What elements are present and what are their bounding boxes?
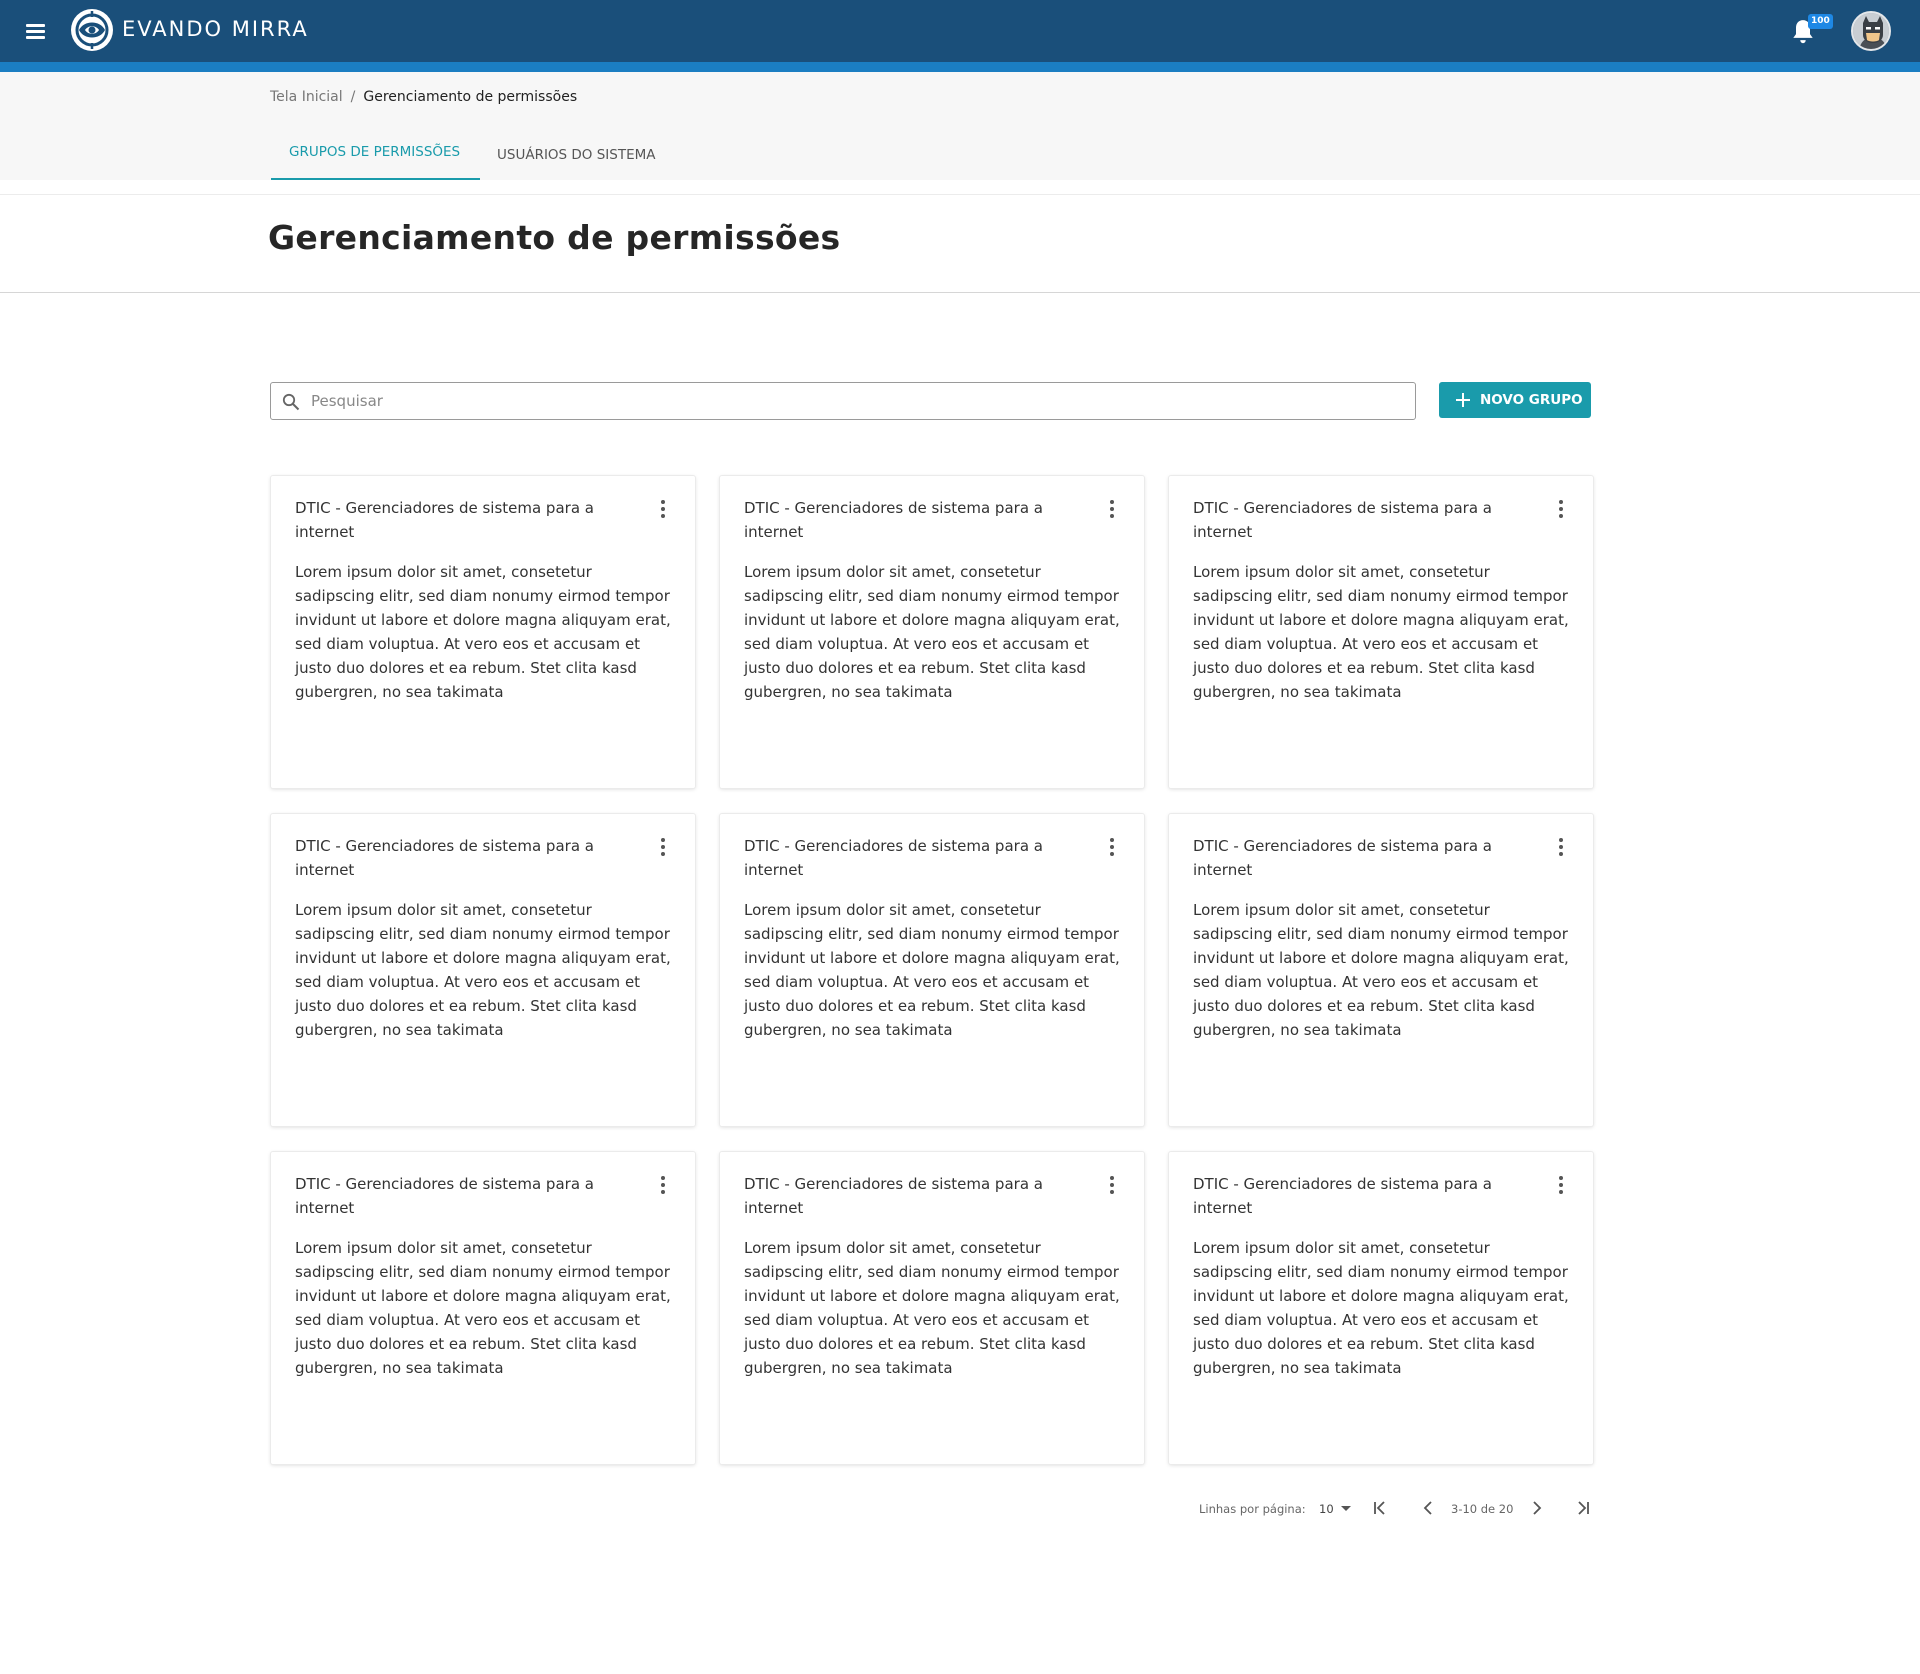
search-input[interactable] xyxy=(311,389,1401,413)
tab-label: GRUPOS DE PERMISSÕES xyxy=(289,144,461,160)
search-field[interactable] xyxy=(270,382,1416,420)
card-description: Lorem ipsum dolor sit amet, consetetur s… xyxy=(744,563,1120,701)
card-description: Lorem ipsum dolor sit amet, consetetur s… xyxy=(744,1239,1120,1377)
more-vert-icon[interactable] xyxy=(1104,1174,1120,1196)
card-title: DTIC - Gerenciadores de sistema para a i… xyxy=(744,1175,1043,1217)
logo-icon xyxy=(71,9,113,51)
tab-grupos-de-permissoes[interactable]: GRUPOS DE PERMISSÕES xyxy=(271,124,480,180)
more-vert-icon[interactable] xyxy=(1553,836,1569,858)
app-bar: EVANDO MIRRA 100 xyxy=(0,0,1920,72)
group-card[interactable]: DTIC - Gerenciadores de sistema para a i… xyxy=(1169,476,1593,788)
card-title: DTIC - Gerenciadores de sistema para a i… xyxy=(295,1175,594,1217)
card-title: DTIC - Gerenciadores de sistema para a i… xyxy=(744,499,1043,541)
card-description: Lorem ipsum dolor sit amet, consetetur s… xyxy=(295,901,671,1039)
card-description: Lorem ipsum dolor sit amet, consetetur s… xyxy=(1193,563,1569,701)
breadcrumb-home[interactable]: Tela Inicial xyxy=(270,89,343,105)
more-vert-icon[interactable] xyxy=(1553,498,1569,520)
active-tab-indicator xyxy=(271,178,480,180)
previous-page-icon[interactable] xyxy=(1419,1498,1439,1518)
group-card[interactable]: DTIC - Gerenciadores de sistema para a i… xyxy=(1169,814,1593,1126)
pagination: Linhas por página: 10 3-10 de 20 xyxy=(1190,1496,1600,1520)
card-description: Lorem ipsum dolor sit amet, consetetur s… xyxy=(1193,901,1569,1039)
notification-badge: 100 xyxy=(1808,14,1833,29)
page-title: Gerenciamento de permissões xyxy=(268,218,841,257)
dropdown-arrow-icon[interactable] xyxy=(1341,1506,1351,1511)
tabs-divider xyxy=(0,194,1920,195)
group-card[interactable]: DTIC - Gerenciadores de sistema para a i… xyxy=(720,476,1144,788)
card-description: Lorem ipsum dolor sit amet, consetetur s… xyxy=(295,1239,671,1377)
more-vert-icon[interactable] xyxy=(655,498,671,520)
group-card[interactable]: DTIC - Gerenciadores de sistema para a i… xyxy=(1169,1152,1593,1464)
tab-usuarios-do-sistema[interactable]: USUÁRIOS DO SISTEMA xyxy=(480,124,680,180)
group-card[interactable]: DTIC - Gerenciadores de sistema para a i… xyxy=(271,1152,695,1464)
more-vert-icon[interactable] xyxy=(1104,836,1120,858)
first-page-icon[interactable] xyxy=(1370,1498,1390,1518)
rows-per-page-select[interactable]: 10 xyxy=(1319,1502,1334,1516)
card-title: DTIC - Gerenciadores de sistema para a i… xyxy=(1193,1175,1492,1217)
breadcrumb: Tela Inicial / Gerenciamento de permissões xyxy=(270,89,577,105)
next-page-icon[interactable] xyxy=(1526,1498,1546,1518)
menu-icon[interactable] xyxy=(22,19,50,43)
app-bar-inner: EVANDO MIRRA 100 xyxy=(0,0,1920,62)
avatar[interactable] xyxy=(1851,11,1891,51)
group-card[interactable]: DTIC - Gerenciadores de sistema para a i… xyxy=(720,1152,1144,1464)
search-icon xyxy=(282,393,300,411)
group-card[interactable]: DTIC - Gerenciadores de sistema para a i… xyxy=(271,814,695,1126)
rows-per-page-label: Linhas por página: xyxy=(1199,1502,1306,1516)
plus-icon xyxy=(1456,393,1470,407)
brand-name: EVANDO MIRRA xyxy=(122,17,309,41)
card-title: DTIC - Gerenciadores de sistema para a i… xyxy=(1193,837,1492,879)
more-vert-icon[interactable] xyxy=(1104,498,1120,520)
title-divider xyxy=(0,292,1920,293)
group-card[interactable]: DTIC - Gerenciadores de sistema para a i… xyxy=(271,476,695,788)
page-range: 3-10 de 20 xyxy=(1451,1502,1514,1516)
card-title: DTIC - Gerenciadores de sistema para a i… xyxy=(744,837,1043,879)
breadcrumb-separator: / xyxy=(350,89,356,105)
tab-label: USUÁRIOS DO SISTEMA xyxy=(497,147,656,163)
more-vert-icon[interactable] xyxy=(655,1174,671,1196)
card-title: DTIC - Gerenciadores de sistema para a i… xyxy=(295,499,594,541)
card-title: DTIC - Gerenciadores de sistema para a i… xyxy=(295,837,594,879)
new-group-button[interactable]: NOVO GRUPO xyxy=(1439,382,1591,418)
card-description: Lorem ipsum dolor sit amet, consetetur s… xyxy=(1193,1239,1569,1377)
more-vert-icon[interactable] xyxy=(1553,1174,1569,1196)
breadcrumb-current: Gerenciamento de permissões xyxy=(363,89,578,105)
last-page-icon[interactable] xyxy=(1573,1498,1593,1518)
card-description: Lorem ipsum dolor sit amet, consetetur s… xyxy=(295,563,671,701)
app-bar-accent xyxy=(0,62,1920,72)
card-description: Lorem ipsum dolor sit amet, consetetur s… xyxy=(744,901,1120,1039)
avatar-image xyxy=(1853,13,1889,49)
more-vert-icon[interactable] xyxy=(655,836,671,858)
card-title: DTIC - Gerenciadores de sistema para a i… xyxy=(1193,499,1492,541)
new-group-label: NOVO GRUPO xyxy=(1480,392,1583,408)
group-card[interactable]: DTIC - Gerenciadores de sistema para a i… xyxy=(720,814,1144,1126)
